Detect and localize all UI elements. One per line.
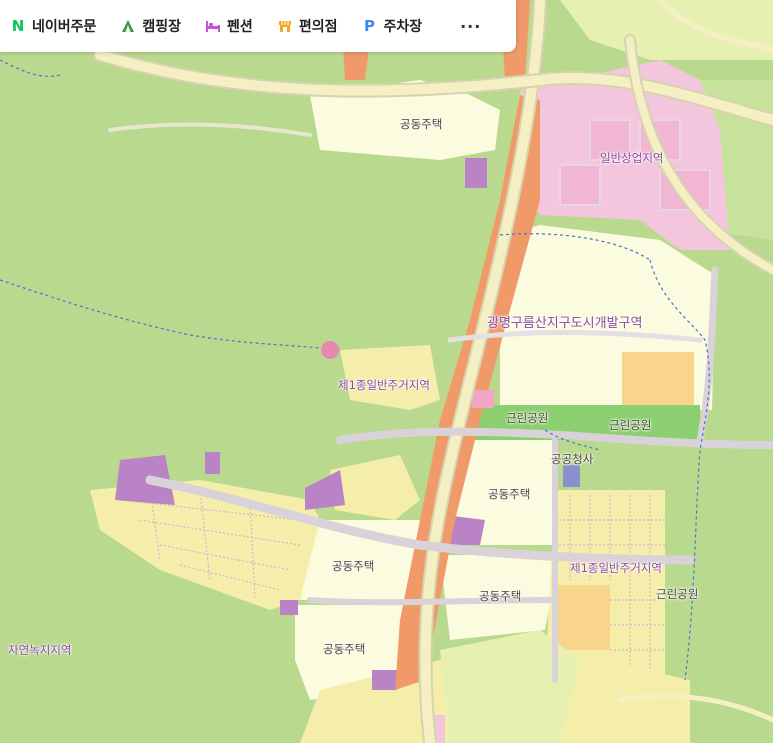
- naver-n-icon: N: [11, 17, 25, 35]
- public-parcel: [205, 452, 220, 474]
- field-area: [440, 630, 580, 743]
- store-icon: [277, 18, 293, 34]
- bed-icon: [205, 18, 221, 34]
- residential-zone: [340, 345, 440, 410]
- tent-icon: [120, 18, 136, 34]
- orange-block: [555, 585, 610, 650]
- commercial-block: [589, 119, 631, 161]
- toolbar-parking[interactable]: P 주차장: [361, 16, 422, 36]
- public-parcel: [372, 670, 397, 690]
- toolbar-label: 주차장: [383, 19, 423, 35]
- toolbar-pension[interactable]: 펜션: [205, 16, 253, 36]
- public-parcel: [280, 600, 298, 615]
- more-button[interactable]: ···: [460, 17, 481, 36]
- toolbar-camping[interactable]: 캠핑장: [120, 16, 181, 36]
- toolbar-naver-order[interactable]: N 네이버주문: [10, 16, 97, 36]
- toolbar-label: 편의점: [298, 19, 338, 35]
- toolbar-convenience-store[interactable]: 편의점: [277, 16, 338, 36]
- public-parcel: [465, 158, 487, 188]
- toolbar-label: 캠핑장: [142, 19, 182, 35]
- category-toolbar: N 네이버주문 캠핑장 펜션 편의점 P 주차장 ···: [0, 0, 516, 52]
- public-office-parcel: [563, 465, 580, 487]
- commercial-block: [472, 390, 494, 408]
- toolbar-label: 펜션: [227, 19, 253, 35]
- zoning-map[interactable]: [0, 0, 773, 743]
- toolbar-label: 네이버주문: [32, 19, 97, 35]
- commercial-block: [559, 164, 601, 206]
- parking-p-icon: P: [363, 17, 375, 35]
- orange-block: [622, 352, 694, 410]
- pink-marker: [321, 341, 339, 359]
